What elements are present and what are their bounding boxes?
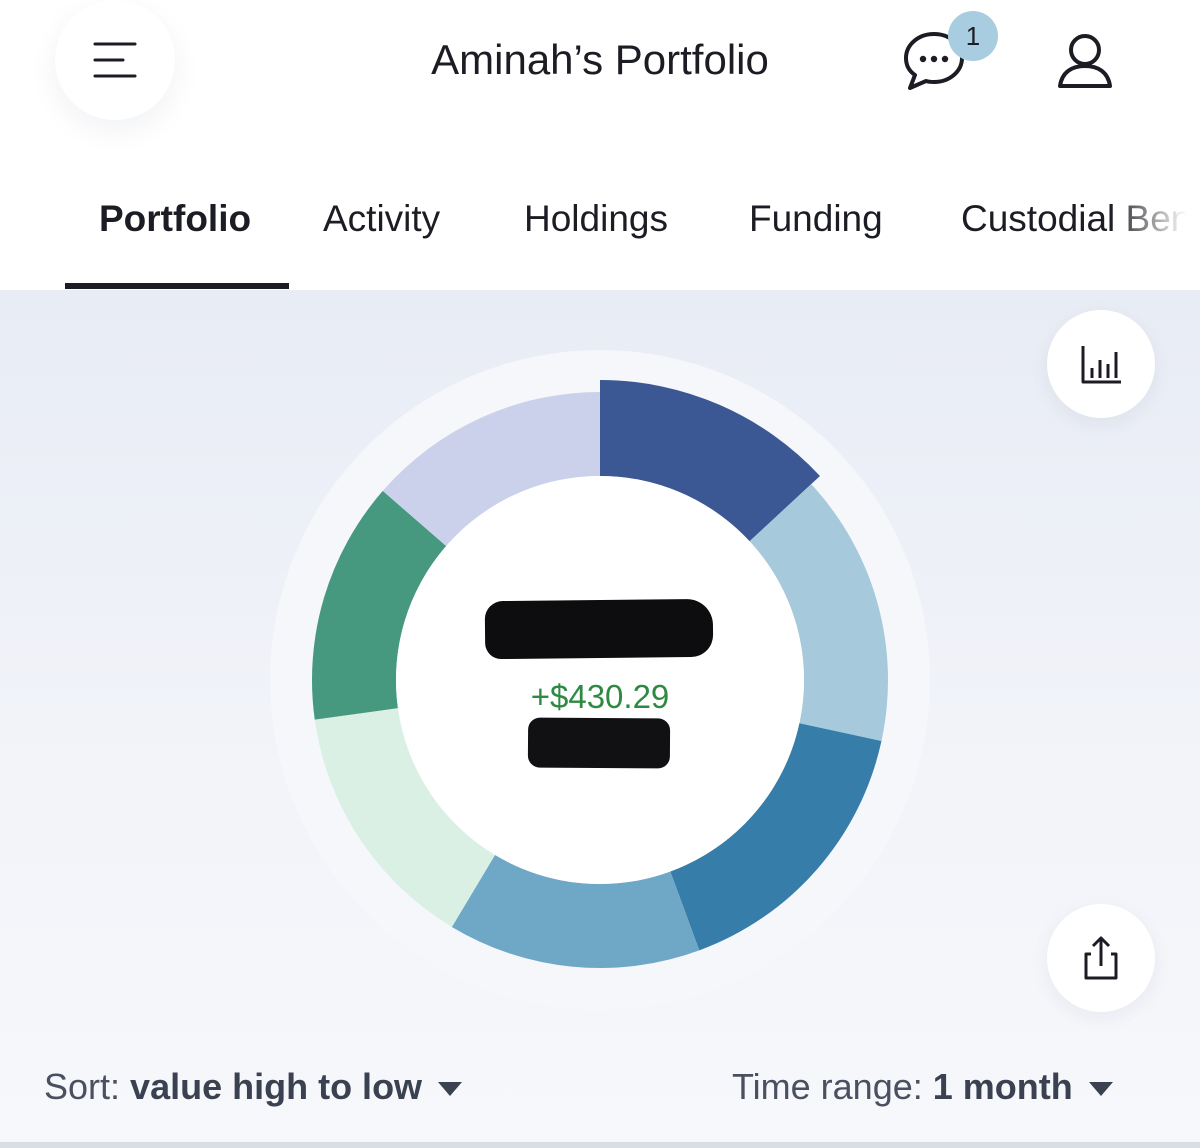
time-range-label: Time range: xyxy=(732,1066,923,1107)
divider xyxy=(0,1142,1200,1148)
share-icon xyxy=(1084,936,1118,980)
active-tab-indicator xyxy=(65,283,289,289)
tab-activity[interactable]: Activity xyxy=(323,198,440,240)
tab-funding[interactable]: Funding xyxy=(749,198,883,240)
caret-down-icon xyxy=(1088,1082,1113,1096)
redacted-gain-percent xyxy=(527,717,671,769)
user-profile-icon[interactable] xyxy=(1050,28,1120,98)
time-range-value: 1 month xyxy=(932,1066,1073,1107)
allocation-donut-chart xyxy=(270,350,930,1010)
gain-amount: +$430.29 xyxy=(530,678,670,715)
tab-overflow-fade xyxy=(1110,170,1200,290)
sort-value: value high to low xyxy=(130,1066,423,1107)
sort-label: Sort: xyxy=(44,1066,121,1107)
tab-holdings[interactable]: Holdings xyxy=(524,198,668,240)
sort-dropdown[interactable]: Sort: value high to low xyxy=(44,1066,463,1108)
tab-portfolio[interactable]: Portfolio xyxy=(99,198,251,240)
share-button[interactable] xyxy=(1047,904,1155,1012)
tab-bar: Portfolio Activity Holdings Funding Cust… xyxy=(0,170,1200,290)
time-range-dropdown[interactable]: Time range: 1 month xyxy=(732,1066,1113,1108)
page-title: Aminah’s Portfolio xyxy=(431,36,769,83)
portfolio-panel: +$430.29 Sort: value high to low Time ra… xyxy=(0,290,1200,1148)
redacted-total-value xyxy=(484,598,714,660)
notification-badge: 1 xyxy=(948,11,998,61)
caret-down-icon xyxy=(438,1082,463,1096)
